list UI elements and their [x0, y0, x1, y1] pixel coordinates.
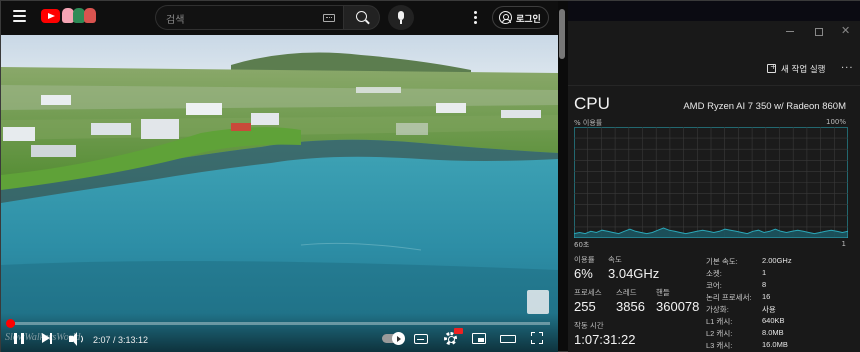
minimize-icon[interactable]: [786, 26, 796, 36]
subtitles-icon[interactable]: [414, 334, 428, 344]
task-manager-window: ✕ 새 작업 실행 ··· CPU AMD Ryzen AI 7 350 w/ …: [568, 1, 860, 352]
detail-value: 16.0MB: [762, 340, 788, 349]
processes-label: 프로세스: [574, 288, 602, 297]
more-options-icon[interactable]: ···: [841, 63, 854, 74]
run-new-task-label: 새 작업 실행: [781, 65, 826, 75]
cpu-utilization-graph: [574, 127, 848, 238]
detail-key: 기본 속도:: [706, 257, 738, 266]
autoplay-toggle[interactable]: [382, 332, 405, 345]
speed-label: 속도: [608, 255, 622, 264]
doodle-figure-icon[interactable]: [84, 8, 96, 23]
detail-value: 1: [762, 268, 767, 277]
progress-scrubber[interactable]: [6, 319, 15, 328]
time-display: 2:07 / 3:13:12: [93, 335, 149, 345]
voice-search-button[interactable]: [388, 5, 414, 30]
youtube-header: 검색 로그인: [1, 1, 558, 35]
detail-key: 가상화:: [706, 305, 729, 314]
threads-label: 스레드: [616, 288, 637, 297]
fullscreen-icon[interactable]: [531, 332, 543, 344]
new-task-icon: [767, 62, 777, 73]
detail-value: 8.0MB: [762, 328, 784, 337]
threads-value: 3856: [616, 299, 645, 314]
menu-icon[interactable]: [13, 10, 26, 22]
close-icon[interactable]: ✕: [841, 25, 851, 36]
account-icon: [499, 11, 512, 24]
youtube-logo[interactable]: [41, 9, 60, 23]
youtube-window: 검색 로그인 SlowWalkersWorld 2:07 / 3:13:12: [1, 1, 558, 352]
graph-max-label: 100%: [825, 118, 846, 126]
detail-key: L3 캐시:: [706, 341, 733, 350]
handles-label: 핸들: [656, 288, 670, 297]
graph-time-span-label: 60초: [574, 241, 590, 249]
hd-badge: [454, 328, 463, 334]
keyboard-icon[interactable]: [323, 14, 335, 22]
microphone-icon: [398, 11, 404, 20]
search-input[interactable]: 검색: [155, 5, 343, 30]
window-top-strip: [568, 1, 860, 21]
processes-value: 255: [574, 299, 596, 314]
detail-key: 논리 프로세서:: [706, 293, 752, 302]
search-icon: [356, 11, 367, 22]
next-button[interactable]: [41, 331, 53, 347]
channel-watermark-logo[interactable]: [527, 290, 549, 314]
volume-button[interactable]: [69, 331, 85, 347]
search-placeholder: 검색: [166, 15, 185, 26]
uptime-label: 작동 시간: [574, 321, 604, 330]
settings-more-icon[interactable]: [474, 11, 477, 24]
utilization-value: 6%: [574, 266, 593, 281]
speed-value: 3.04GHz: [608, 266, 660, 281]
handles-value: 360078: [656, 299, 700, 314]
login-button[interactable]: 로그인: [492, 6, 549, 29]
detail-value: 2.00GHz: [762, 256, 792, 265]
page-scrollbar[interactable]: [559, 9, 565, 59]
cpu-title: CPU: [574, 94, 610, 113]
login-label: 로그인: [516, 15, 541, 25]
detail-value: 16: [762, 292, 771, 301]
detail-key: 코어:: [706, 281, 722, 290]
detail-key: L1 캐시:: [706, 317, 733, 326]
divider: [568, 85, 860, 86]
maximize-icon[interactable]: [815, 28, 823, 36]
cpu-model: AMD Ryzen AI 7 350 w/ Radeon 860M: [683, 101, 846, 112]
miniplayer-icon[interactable]: [472, 333, 486, 344]
uptime-value: 1:07:31:22: [574, 332, 636, 347]
search-button[interactable]: [343, 5, 380, 30]
graph-min-label: 1: [841, 240, 846, 248]
window-controls: ✕: [568, 23, 860, 41]
detail-value: 640KB: [762, 316, 785, 325]
utilization-label: 이용률: [574, 255, 595, 264]
video-player[interactable]: SlowWalkersWorld 2:07 / 3:13:12: [1, 35, 558, 352]
theater-mode-icon[interactable]: [500, 335, 516, 343]
video-frame: [1, 35, 558, 352]
detail-key: 소켓:: [706, 269, 722, 278]
detail-value: 8: [762, 280, 767, 289]
progress-bar[interactable]: [9, 322, 550, 325]
pause-button[interactable]: [13, 331, 27, 347]
detail-value: 사용: [762, 305, 776, 314]
detail-key: L2 캐시:: [706, 329, 733, 338]
